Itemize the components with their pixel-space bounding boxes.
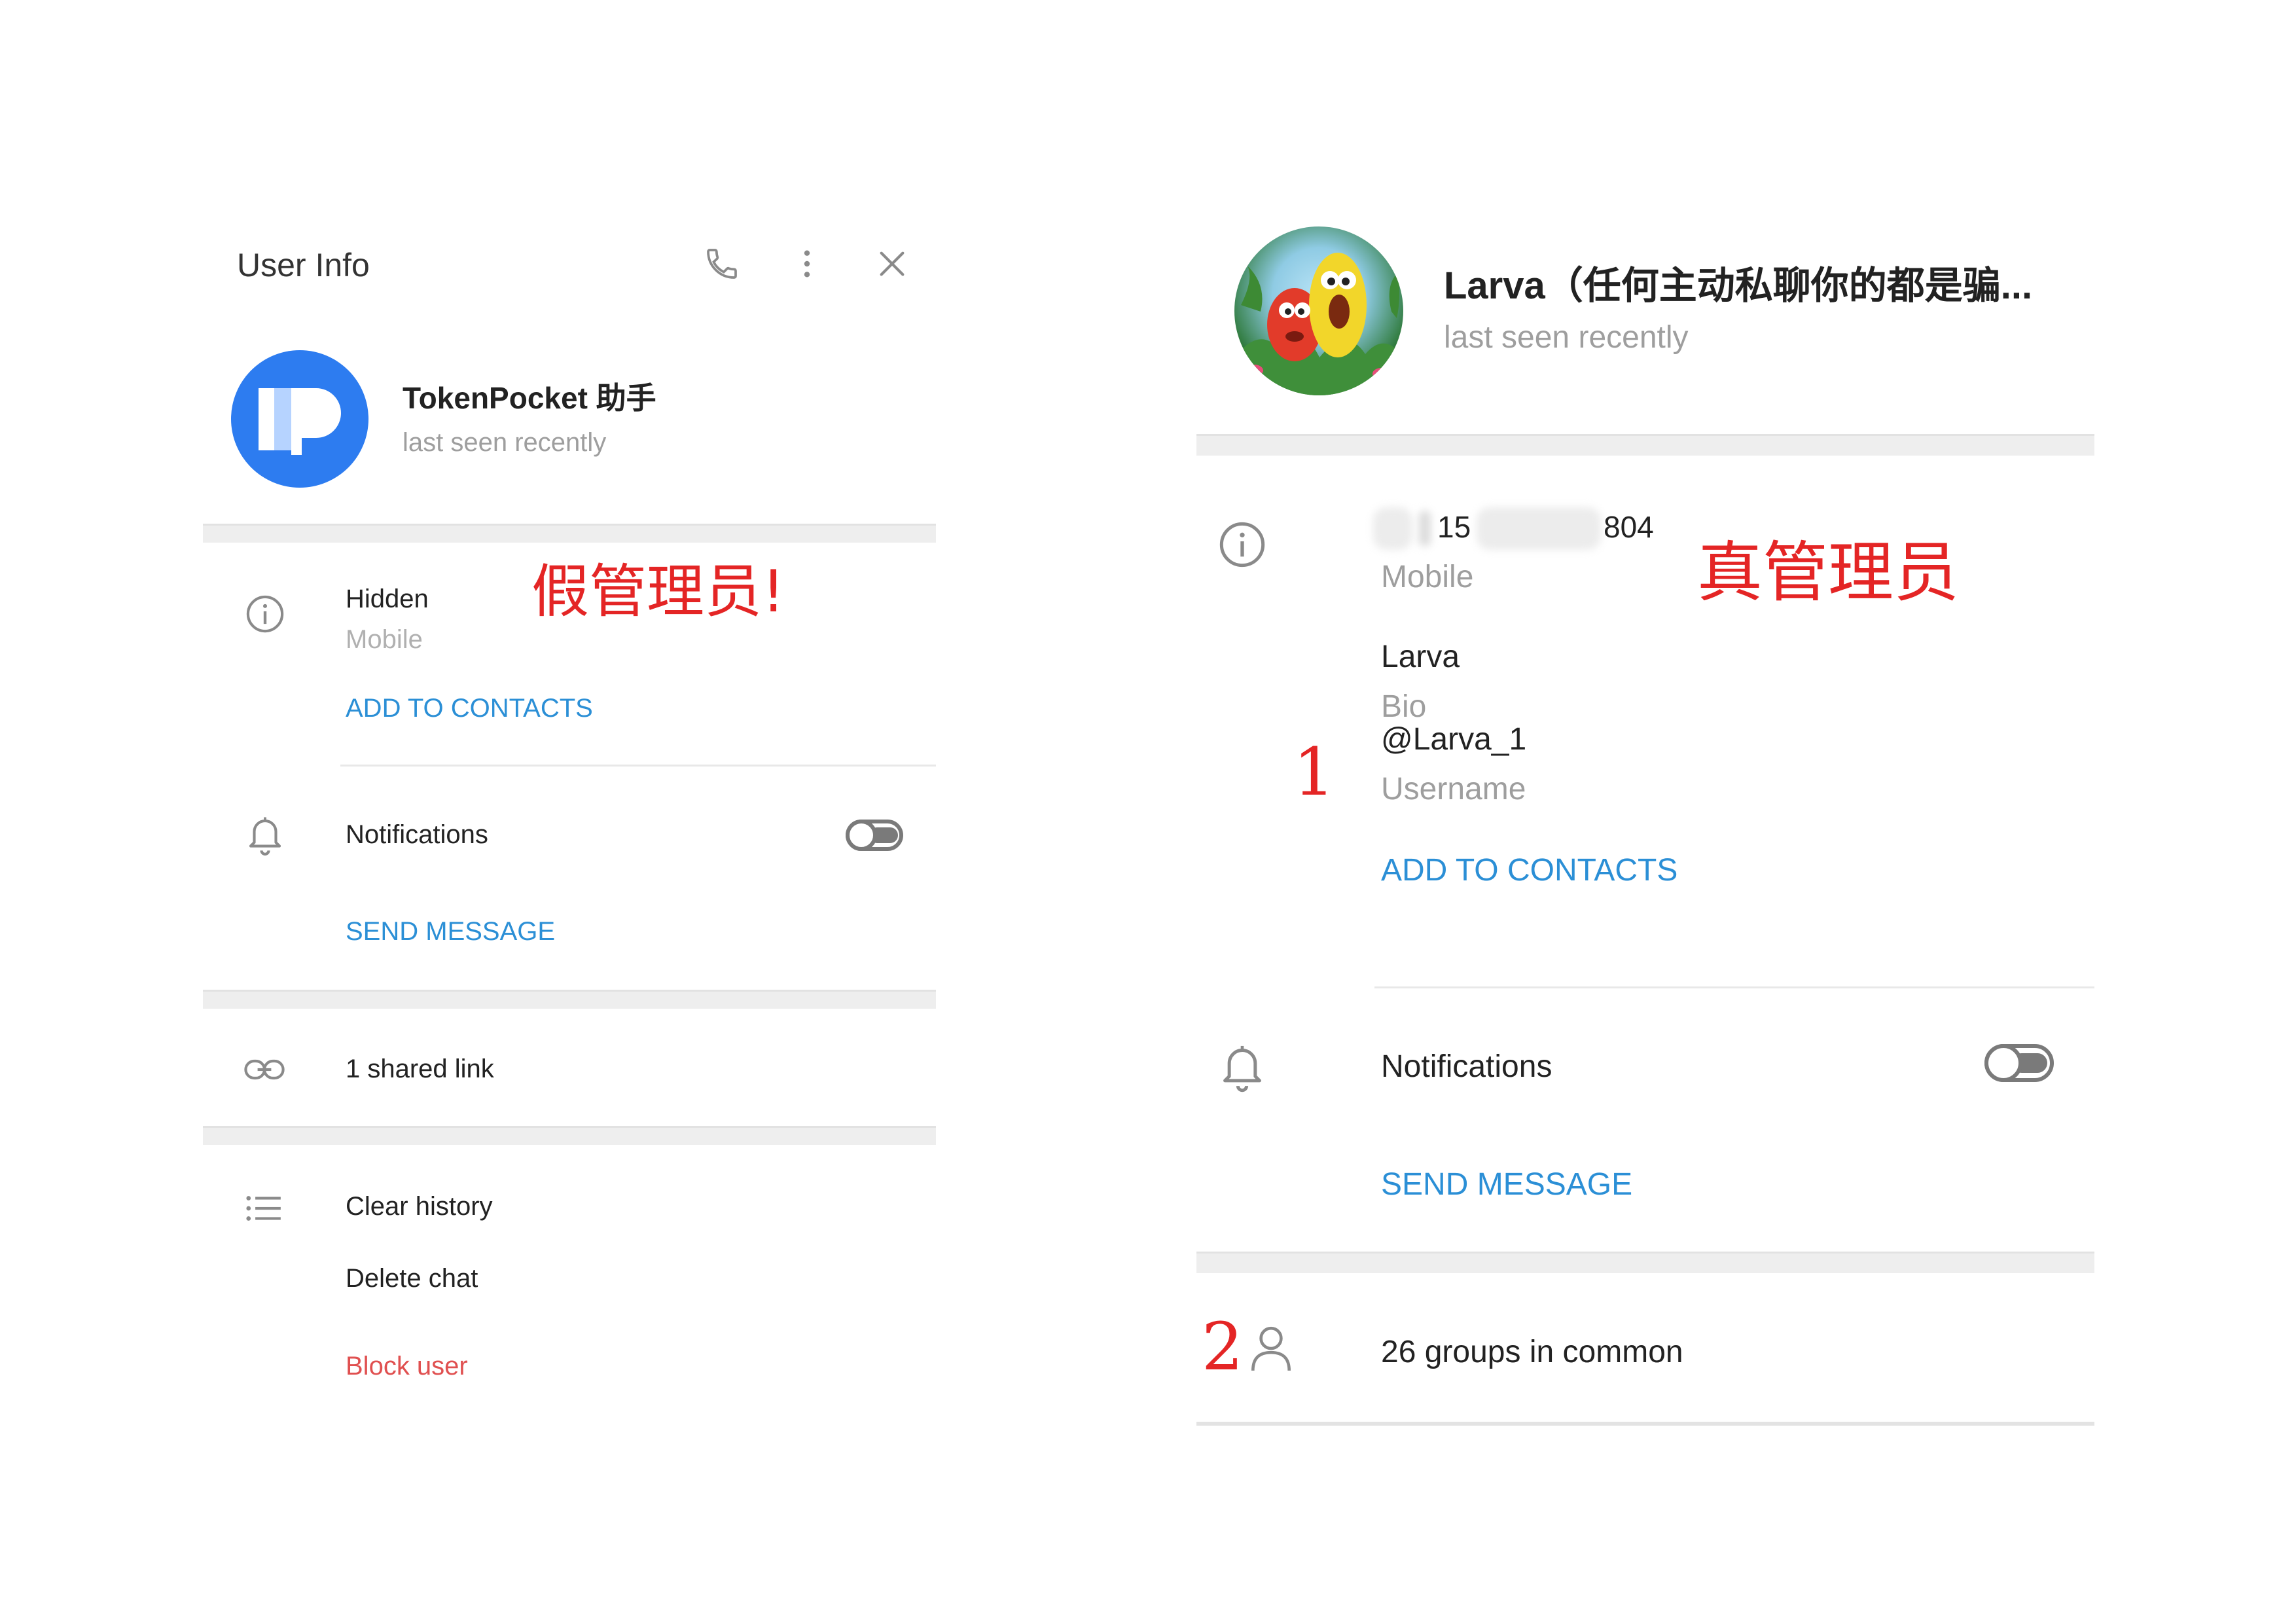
- username-label: Username: [1381, 772, 1526, 806]
- mobile-label: Mobile: [346, 625, 423, 654]
- divider: [1196, 1422, 2094, 1426]
- add-to-contacts-button[interactable]: ADD TO CONTACTS: [1381, 855, 1677, 886]
- info-icon: [1219, 522, 1265, 568]
- phone-start: 15: [1437, 510, 1471, 544]
- header-title: User Info: [237, 247, 370, 283]
- notifications-toggle[interactable]: [846, 820, 903, 851]
- contact-name: TokenPocket 助手: [403, 381, 656, 415]
- link-icon: [244, 1059, 285, 1080]
- clear-history-button[interactable]: Clear history: [346, 1193, 493, 1219]
- right-user-info-panel: Larva（任何主动私聊你的都是骗... last seen recently …: [1196, 216, 2094, 1434]
- larva-characters-icon: [1234, 253, 1403, 395]
- tokenpocket-logo-icon: [259, 388, 341, 455]
- contact-status: last seen recently: [1444, 320, 1689, 355]
- phone-icon[interactable]: [704, 245, 740, 282]
- bell-icon: [1223, 1045, 1261, 1092]
- larva-avatar: [1234, 226, 1403, 395]
- groups-in-common-item[interactable]: 26 groups in common: [1381, 1337, 1683, 1368]
- phone-end: 804: [1604, 510, 1654, 544]
- divider: [340, 765, 936, 767]
- mobile-value: Hidden: [346, 585, 429, 613]
- bio-value: Larva: [1381, 640, 1460, 674]
- marker-2: 2: [1202, 1308, 1244, 1385]
- close-icon[interactable]: [874, 245, 910, 282]
- add-to-contacts-button[interactable]: ADD TO CONTACTS: [346, 695, 593, 721]
- section-separator: [203, 1126, 936, 1145]
- send-message-button[interactable]: SEND MESSAGE: [1381, 1169, 1632, 1200]
- redacted-mask: [1419, 511, 1431, 547]
- block-user-button[interactable]: Block user: [346, 1353, 468, 1379]
- contact-name: Larva（任何主动私聊你的都是骗...: [1444, 264, 2033, 307]
- username-value: @Larva_1: [1381, 722, 1527, 757]
- notifications-toggle[interactable]: [1984, 1044, 2054, 1082]
- contact-status: last seen recently: [403, 428, 607, 457]
- delete-chat-button[interactable]: Delete chat: [346, 1265, 478, 1291]
- redacted-mask: [1477, 507, 1601, 550]
- real-admin-annotation: 真管理员: [1697, 534, 1959, 611]
- shared-links-item[interactable]: 1 shared link: [346, 1056, 494, 1082]
- left-user-info-panel: User Info TokenPocket 助手 last seen recen…: [203, 223, 936, 1440]
- fake-admin-annotation: 假管理员!: [531, 558, 785, 625]
- bio-label: Bio: [1381, 689, 1427, 724]
- marker-1: 1: [1293, 734, 1335, 810]
- phone-label: Mobile: [1381, 560, 1474, 594]
- divider: [1374, 986, 2094, 988]
- bell-icon: [249, 817, 281, 856]
- more-vertical-icon[interactable]: [789, 245, 825, 282]
- section-separator: [203, 990, 936, 1009]
- tokenpocket-avatar: [231, 350, 368, 488]
- send-message-button[interactable]: SEND MESSAGE: [346, 918, 555, 945]
- section-separator: [1196, 434, 2094, 456]
- notifications-label: Notifications: [346, 820, 488, 849]
- notifications-label: Notifications: [1381, 1049, 1552, 1084]
- redacted-mask: [1373, 507, 1412, 550]
- section-separator: [203, 524, 936, 543]
- user-icon: [1251, 1326, 1291, 1371]
- section-separator: [1196, 1252, 2094, 1273]
- info-icon: [246, 595, 284, 633]
- list-icon: [246, 1196, 281, 1221]
